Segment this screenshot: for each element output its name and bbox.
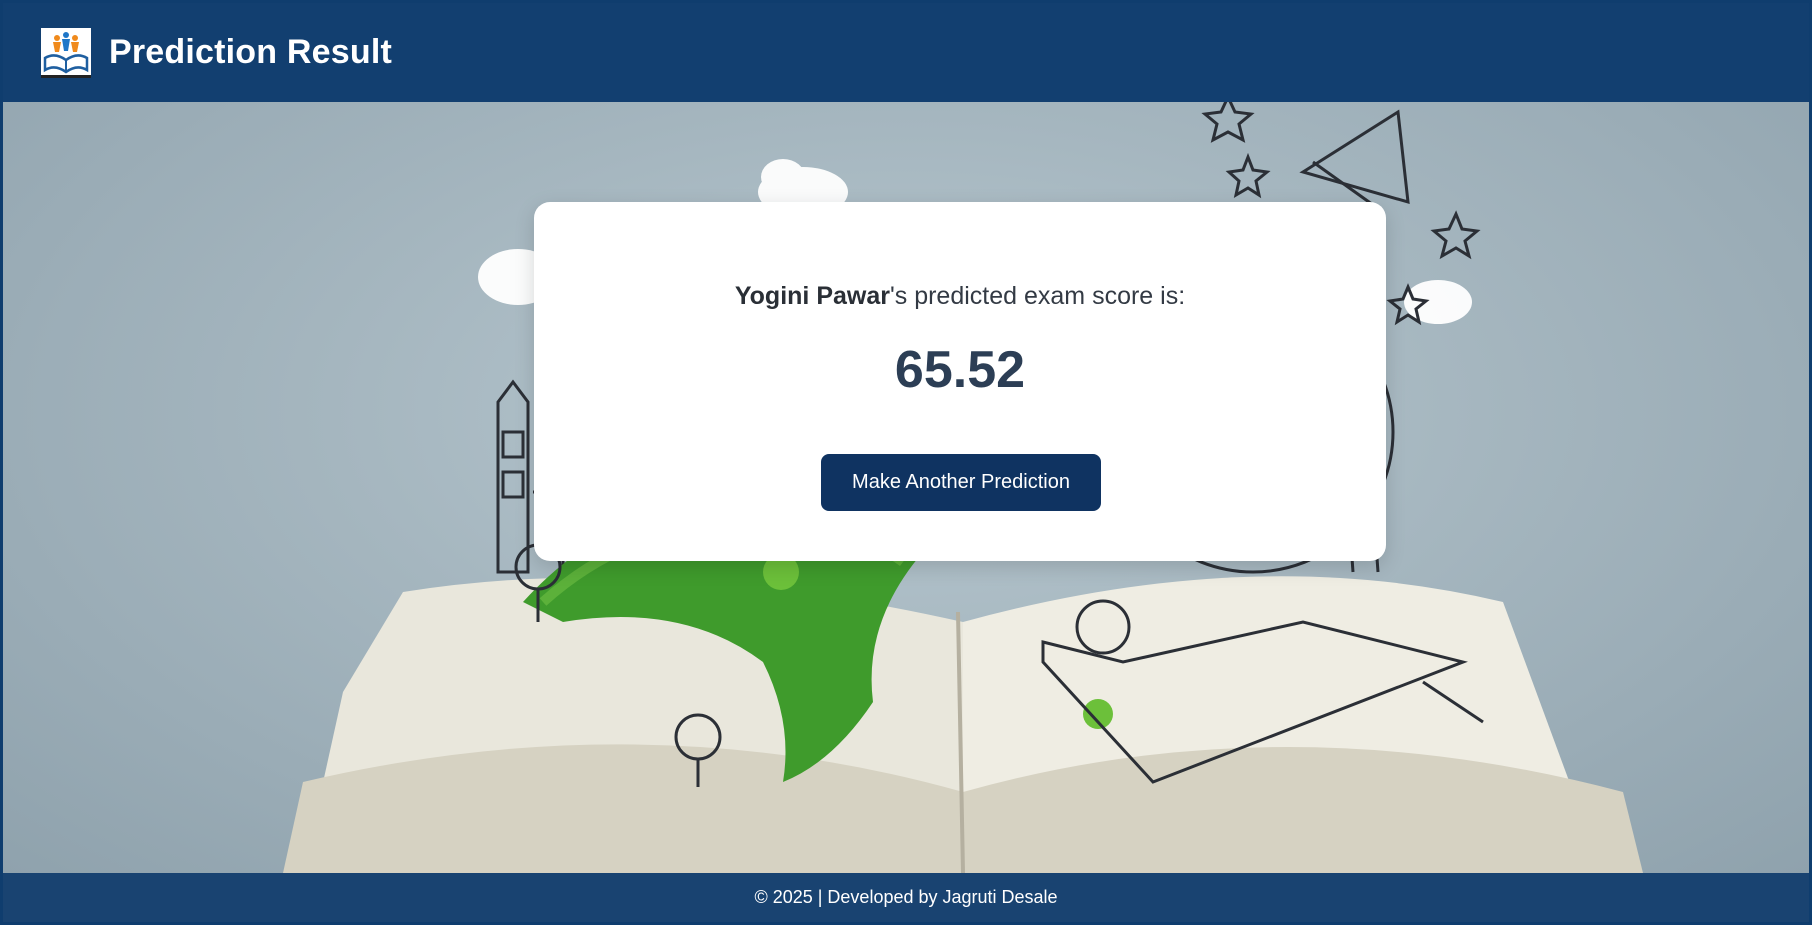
make-another-prediction-button[interactable]: Make Another Prediction: [821, 454, 1101, 511]
page-title: Prediction Result: [109, 33, 393, 71]
app-header: Prediction Result: [3, 3, 1809, 102]
open-book-students-logo-icon: [41, 27, 91, 78]
student-name: Yogini Pawar: [734, 282, 890, 310]
footer-credits: © 2025 | Developed by Jagruti Desale: [754, 887, 1058, 907]
footer: © 2025 | Developed by Jagruti Desale: [3, 873, 1809, 922]
page-frame: Prediction Result Yogini Pawar's predict…: [3, 3, 1809, 922]
predicted-score: 65.52: [894, 341, 1026, 399]
result-card: Yogini Pawar's predicted exam score is: …: [534, 202, 1386, 561]
result-label: 's predicted exam score is:: [889, 282, 1186, 310]
result-sentence: Yogini Pawar's predicted exam score is:: [534, 282, 1386, 311]
